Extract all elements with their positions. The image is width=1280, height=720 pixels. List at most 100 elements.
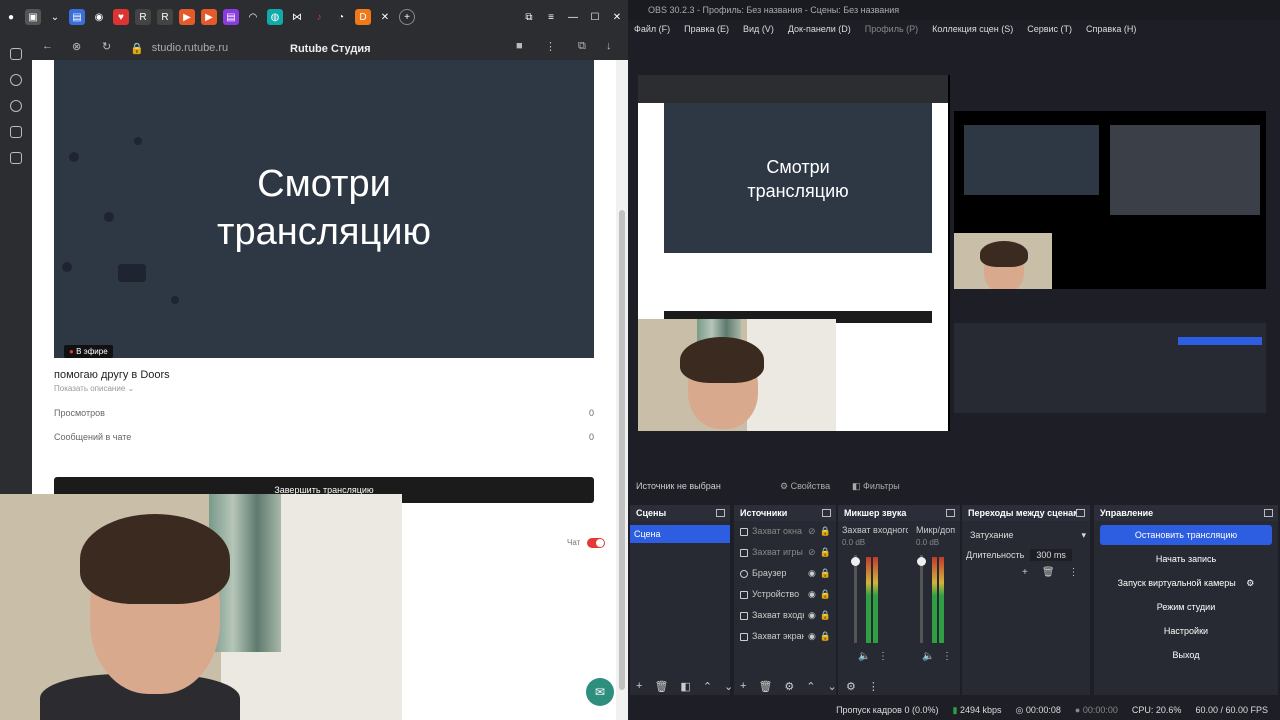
eye-hidden-icon[interactable]: ⊘: [808, 542, 816, 563]
menu-view[interactable]: Вид (V): [743, 24, 774, 34]
obs-preview-canvas[interactable]: Смотри трансляцию: [638, 75, 1270, 431]
tab-icon-3[interactable]: ♥: [113, 9, 129, 25]
stop-stream-button[interactable]: Остановить трансляцию: [1100, 525, 1272, 545]
gear-icon[interactable]: ⚙: [1246, 578, 1254, 588]
download-icon[interactable]: ↓: [606, 40, 612, 52]
menu-file[interactable]: Файл (F): [634, 24, 670, 34]
sidebar-collections-icon[interactable]: [10, 126, 22, 138]
move-down-icon[interactable]: ⌄: [828, 680, 837, 693]
popout-icon[interactable]: [716, 509, 725, 517]
trash-icon[interactable]: 🗑: [1042, 567, 1055, 578]
properties-button[interactable]: ⚙ Свойства: [780, 481, 830, 492]
help-chat-icon[interactable]: ✉: [586, 678, 614, 706]
exit-button[interactable]: Выход: [1100, 645, 1272, 665]
virtual-camera-button[interactable]: Запуск виртуальной камеры ⚙: [1100, 573, 1272, 593]
volume-fader-2[interactable]: [917, 555, 926, 643]
lock-icon[interactable]: 🔒: [820, 542, 831, 563]
tab-icon-2[interactable]: ◉: [91, 9, 107, 25]
sidebar-notes-icon[interactable]: [10, 152, 22, 164]
sidebar-play-icon[interactable]: [10, 100, 22, 112]
menu-edit[interactable]: Правка (E): [684, 24, 729, 34]
reload-icon[interactable]: ↻: [102, 40, 111, 53]
lock-icon[interactable]: 🔒: [820, 626, 831, 647]
scrollbar-thumb[interactable]: [619, 210, 625, 690]
transition-select[interactable]: Затухание ▾: [966, 527, 1086, 543]
lock-icon[interactable]: 🔒: [820, 605, 831, 626]
eye-icon[interactable]: ◉: [808, 626, 816, 647]
more-icon[interactable]: ⋮: [878, 651, 888, 662]
chat-toggle[interactable]: [587, 538, 605, 548]
popout-icon[interactable]: [822, 509, 831, 517]
tab-icon-5[interactable]: R: [157, 9, 173, 25]
show-description-link[interactable]: Показать описание ⌄: [54, 384, 134, 393]
screenshot-icon[interactable]: ⧉: [578, 40, 586, 53]
bookmark-icon[interactable]: ■: [516, 40, 523, 52]
volume-fader-1[interactable]: [851, 555, 860, 643]
speaker-icon[interactable]: 🔈: [922, 651, 934, 662]
tab-icon-11[interactable]: ⋈: [289, 9, 305, 25]
menu-scene-collection[interactable]: Коллекция сцен (S): [932, 24, 1013, 34]
tab-counter-icon[interactable]: ▣: [25, 9, 41, 25]
more-icon[interactable]: ⋮: [868, 680, 879, 693]
eye-icon[interactable]: ◉: [808, 605, 816, 626]
settings-button[interactable]: Настройки: [1100, 621, 1272, 641]
menu-icon[interactable]: ≡: [543, 9, 559, 25]
close-window-icon[interactable]: ✕: [609, 9, 625, 25]
duration-field[interactable]: 300 ms: [1030, 549, 1072, 561]
move-up-icon[interactable]: ⌃: [806, 680, 815, 693]
eye-icon[interactable]: ◉: [808, 563, 816, 584]
source-item[interactable]: Захват входного ◉ 🔒: [734, 605, 836, 626]
sidebar-history-icon[interactable]: [10, 74, 22, 86]
new-tab-icon[interactable]: +: [399, 9, 415, 25]
filters-button[interactable]: ◧ Фильтры: [852, 481, 900, 492]
menu-tools[interactable]: Сервис (T): [1027, 24, 1072, 34]
tab-icon-1[interactable]: ▤: [69, 9, 85, 25]
studio-mode-button[interactable]: Режим студии: [1100, 597, 1272, 617]
remove-source-icon[interactable]: 🗑: [758, 680, 772, 693]
more-icon[interactable]: ⋮: [942, 651, 952, 662]
tab-icon-14[interactable]: D: [355, 9, 371, 25]
tab-icon-9[interactable]: ◠: [245, 9, 261, 25]
source-item[interactable]: Захват окна ⊘ 🔒: [734, 521, 836, 542]
more-icon[interactable]: ⋮: [1069, 567, 1079, 578]
back-icon[interactable]: ←: [42, 40, 53, 52]
tab-icon-rutube[interactable]: R: [135, 9, 151, 25]
tab-icon-12[interactable]: ♪: [311, 9, 327, 25]
source-item[interactable]: Захват игры ⊘ 🔒: [734, 542, 836, 563]
maximize-icon[interactable]: ☐: [587, 9, 603, 25]
start-recording-button[interactable]: Начать запись: [1100, 549, 1272, 569]
profile-icon[interactable]: ●: [3, 9, 19, 25]
filter-scene-icon[interactable]: ◧: [680, 680, 690, 693]
gear-icon[interactable]: ⚙: [784, 680, 794, 693]
minimize-icon[interactable]: —: [565, 9, 581, 25]
tab-icon-13[interactable]: ◔: [333, 9, 349, 25]
sidebar-tabs-icon[interactable]: [10, 48, 22, 60]
scene-item[interactable]: Сцена: [630, 525, 730, 543]
extensions-icon[interactable]: ⧉: [521, 9, 537, 25]
popout-icon[interactable]: [946, 509, 955, 517]
chevron-down-icon[interactable]: ⌄: [47, 9, 63, 25]
add-icon[interactable]: +: [1022, 567, 1028, 578]
eye-hidden-icon[interactable]: ⊘: [808, 521, 816, 542]
tab-icon-7[interactable]: ▶: [201, 9, 217, 25]
source-item[interactable]: Устройство ◉ 🔒: [734, 584, 836, 605]
bookmark-ribbon-icon[interactable]: ⊗: [72, 40, 81, 53]
eye-icon[interactable]: ◉: [808, 584, 816, 605]
tab-icon-8[interactable]: ▤: [223, 9, 239, 25]
menu-help[interactable]: Справка (H): [1086, 24, 1136, 34]
more-icon[interactable]: ⋮: [545, 40, 556, 53]
lock-icon[interactable]: 🔒: [820, 563, 831, 584]
tab-icon-10[interactable]: ◍: [267, 9, 283, 25]
page-scrollbar[interactable]: [616, 60, 628, 720]
menu-profile[interactable]: Профиль (P): [865, 24, 918, 34]
source-item[interactable]: Захват экрана ◉ 🔒: [734, 626, 836, 647]
close-tab-icon[interactable]: ✕: [377, 9, 393, 25]
popout-icon[interactable]: [1076, 509, 1085, 517]
tab-icon-6[interactable]: ▶: [179, 9, 195, 25]
source-item[interactable]: Браузер ◉ 🔒: [734, 563, 836, 584]
stream-preview[interactable]: Смотри трансляцию ● В эфире: [54, 60, 594, 358]
lock-icon[interactable]: 🔒: [820, 584, 831, 605]
speaker-icon[interactable]: 🔈: [858, 651, 870, 662]
gear-icon[interactable]: ⚙: [846, 680, 856, 693]
menu-docks[interactable]: Док-панели (D): [788, 24, 851, 34]
